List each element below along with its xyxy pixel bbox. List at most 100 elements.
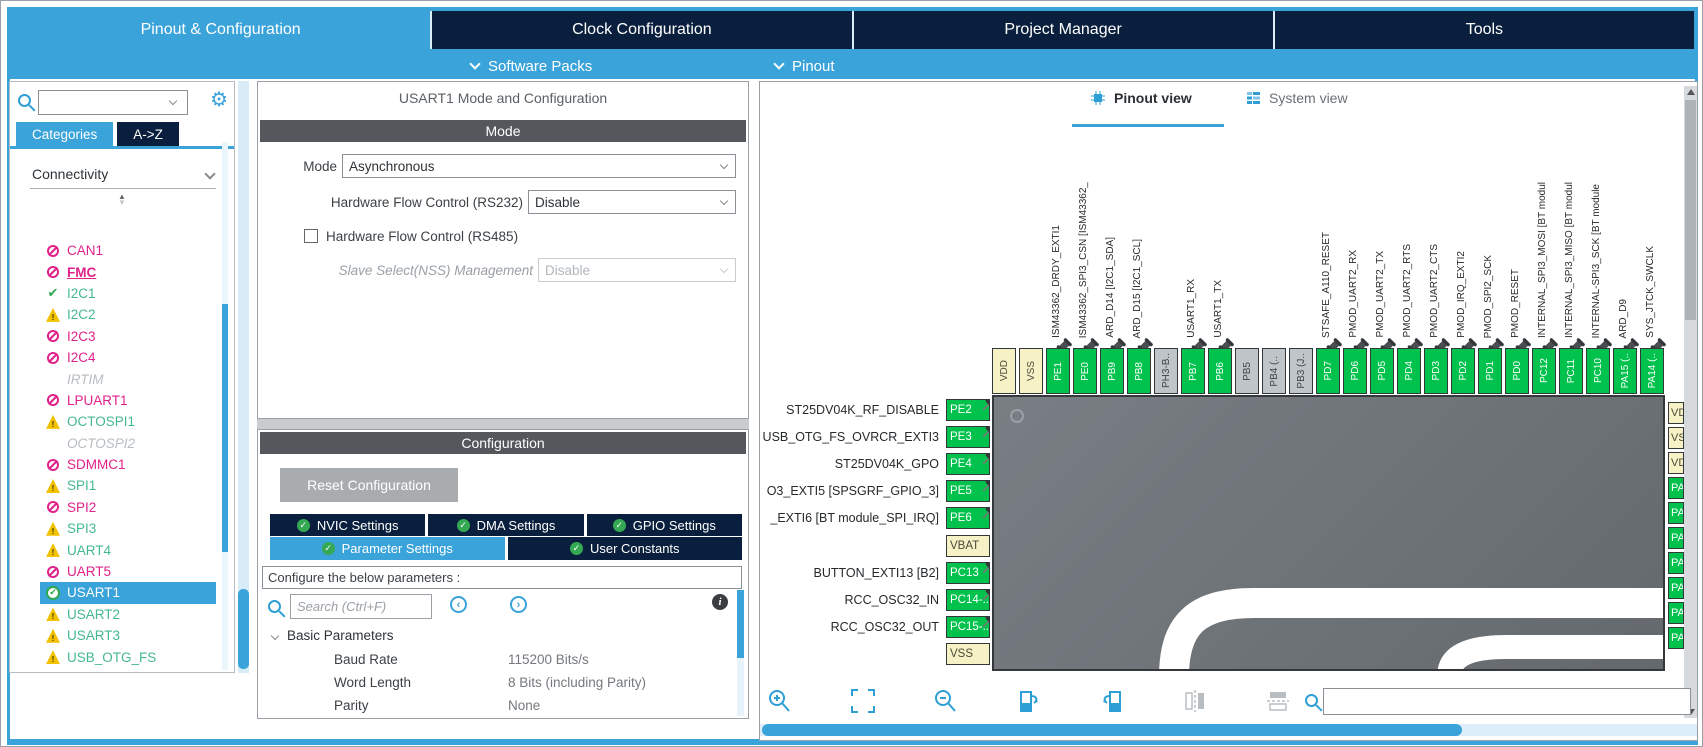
pinout-vertical-scrollbar[interactable] <box>1684 86 1697 718</box>
pinout-horizontal-scrollbar-thumb[interactable] <box>762 724 1462 736</box>
sidebar-item-octospi2[interactable]: OCTOSPI2 <box>40 433 216 454</box>
category-connectivity[interactable]: Connectivity <box>32 162 214 186</box>
zoom-in-button[interactable] <box>767 688 793 714</box>
pin-pe6[interactable]: _EXTI6 [BT module_SPI_IRQ]PE6 <box>760 507 990 529</box>
parameters-scrollbar-thumb[interactable] <box>737 590 744 658</box>
reset-configuration-button[interactable]: Reset Configuration <box>280 468 458 502</box>
pin-pa-5[interactable]: PA <box>1668 527 1684 549</box>
tab-system-view[interactable]: System view <box>1246 90 1348 106</box>
pin-pd3[interactable]: PMOD_UART2_CTSPD3 <box>1424 132 1449 394</box>
software-packs-menu[interactable]: Software Packs <box>471 53 592 79</box>
splitter-thumb[interactable] <box>238 589 249 669</box>
rs485-checkbox[interactable] <box>304 229 318 243</box>
pin-box[interactable]: PE0 <box>1073 348 1097 394</box>
pin-pd6[interactable]: PMOD_UART2_RXPD6 <box>1343 132 1368 394</box>
pin-pd2[interactable]: PMOD_IRQ_EXTI2PD2 <box>1451 132 1476 394</box>
pin-pb8[interactable]: ARD_D15 [I2C1_SCL]PB8 <box>1127 132 1152 394</box>
pin-pe2[interactable]: ST25DV04K_RF_DISABLEPE2 <box>760 399 990 421</box>
pin-box[interactable]: PC15-.. <box>946 616 990 638</box>
tab-clock-configuration[interactable]: Clock Configuration <box>430 11 851 49</box>
pin-box[interactable]: VSS <box>1019 348 1043 394</box>
pin-pa-4[interactable]: PA <box>1668 502 1684 524</box>
info-icon[interactable]: i <box>712 594 728 610</box>
pin-box[interactable]: PC14-.. <box>946 589 990 611</box>
sidebar-item-spi2[interactable]: SPI2 <box>40 497 216 518</box>
sidebar-scrollbar-thumb[interactable] <box>222 304 228 552</box>
pin-pc13[interactable]: BUTTON_EXTI13 [B2]PC13 <box>760 562 990 584</box>
tab-user-constants[interactable]: ✓User Constants <box>508 537 743 560</box>
sidebar-item-i2c3[interactable]: I2C3 <box>40 326 216 347</box>
mcu-package-body[interactable] <box>992 395 1665 671</box>
tab-gpio-settings[interactable]: ✓GPIO Settings <box>587 514 742 536</box>
pin-box[interactable]: PC13 <box>946 562 990 584</box>
panel-splitter[interactable] <box>238 81 249 673</box>
pin-box[interactable]: PE4 <box>946 453 990 475</box>
scroll-up-icon[interactable] <box>1687 89 1695 95</box>
gear-icon[interactable]: ⚙ <box>210 87 228 112</box>
sidebar-item-spi3[interactable]: !SPI3 <box>40 518 216 539</box>
pin-vss[interactable]: VSS <box>1019 132 1044 394</box>
sidebar-item-fmc[interactable]: FMC <box>40 261 216 282</box>
rotate-counterclockwise-button[interactable] <box>1099 688 1125 714</box>
pin-pb5[interactable]: PB5 <box>1235 132 1260 394</box>
tab-tools[interactable]: Tools <box>1273 11 1694 49</box>
pin-vs-1[interactable]: VS <box>1668 427 1684 449</box>
pin-pa15[interactable]: ARD_D9PA15 (.. <box>1613 132 1638 394</box>
sidebar-item-lpuart1[interactable]: LPUART1 <box>40 390 216 411</box>
pin-pd4[interactable]: PMOD_UART2_RTSPD4 <box>1397 132 1422 394</box>
pin-box[interactable]: PB9 <box>1100 348 1124 394</box>
parameter-search-input[interactable] <box>290 594 432 619</box>
pin-box[interactable]: PB6 <box>1208 348 1232 394</box>
sidebar-search-input[interactable] <box>38 90 188 115</box>
pin-box[interactable]: PB8 <box>1127 348 1151 394</box>
pin-vss[interactable]: VSS <box>760 643 990 665</box>
pin-pa-7[interactable]: PA <box>1668 577 1684 599</box>
sidebar-item-usb-otg-fs[interactable]: !USB_OTG_FS <box>40 646 216 667</box>
zoom-out-button[interactable] <box>933 688 959 714</box>
pin-pa-3[interactable]: PA <box>1668 477 1684 499</box>
mode-select[interactable]: Asynchronous <box>342 154 736 178</box>
pin-vd-0[interactable]: VD <box>1668 402 1684 424</box>
pin-pe0[interactable]: ISM43362_SPI3_CSN [ISM43362_PE0 <box>1073 132 1098 394</box>
pin-pe3[interactable]: USB_OTG_FS_OVRCR_EXTI3PE3 <box>760 426 990 448</box>
pin-box[interactable]: PD5 <box>1370 348 1394 394</box>
param-row-word-length[interactable]: Word Length 8 Bits (including Parity) <box>258 675 728 695</box>
sidebar-item-octospi1[interactable]: !OCTOSPI1 <box>40 411 216 432</box>
sidebar-item-usart3[interactable]: !USART3 <box>40 625 216 646</box>
pin-pc10[interactable]: INTERNAL-SPI3_SCK [BT modulePC10 <box>1586 132 1611 394</box>
scroll-spinner[interactable]: ▲▼ <box>116 194 128 206</box>
pin-box[interactable]: PC11 <box>1559 348 1583 394</box>
tab-dma-settings[interactable]: ✓DMA Settings <box>428 514 583 536</box>
sidebar-item-i2c4[interactable]: I2C4 <box>40 347 216 368</box>
tab-a-to-z[interactable]: A->Z <box>117 122 179 146</box>
sidebar-item-uart5[interactable]: UART5 <box>40 561 216 582</box>
pin-box[interactable]: PE5 <box>946 480 990 502</box>
pin-box[interactable]: PD3 <box>1424 348 1448 394</box>
pin-box[interactable]: PD0 <box>1505 348 1529 394</box>
sidebar-item-can1[interactable]: CAN1 <box>40 240 216 261</box>
pin-pd7[interactable]: STSAFE_A110_RESETPD7 <box>1316 132 1341 394</box>
sidebar-item-usart1[interactable]: ✔USART1 <box>40 582 216 603</box>
sidebar-item-i2c2[interactable]: !I2C2 <box>40 304 216 325</box>
pin-pe1[interactable]: ISM43362_DRDY_EXTI1PE1 <box>1046 132 1071 394</box>
pin-vd-2[interactable]: VD <box>1668 452 1684 474</box>
best-fit-button[interactable] <box>850 688 876 714</box>
pin-box[interactable]: PD6 <box>1343 348 1367 394</box>
pin-box[interactable]: PD4 <box>1397 348 1421 394</box>
basic-parameters-group[interactable]: Basic Parameters <box>272 628 394 643</box>
pin-box[interactable]: PB7 <box>1181 348 1205 394</box>
pin-vbat[interactable]: VBAT <box>760 535 990 557</box>
pin-box[interactable]: VDD <box>992 348 1016 394</box>
scrollbar-thumb[interactable] <box>1685 100 1696 320</box>
pin-box[interactable]: PD7 <box>1316 348 1340 394</box>
pin-pd1[interactable]: PMOD_SPI2_SCKPD1 <box>1478 132 1503 394</box>
pin-box[interactable]: PC12 <box>1532 348 1556 394</box>
next-match-button[interactable]: › <box>510 596 527 613</box>
tab-pinout-view[interactable]: Pinout view <box>1090 90 1192 106</box>
pin-pe5[interactable]: O3_EXTI5 [SPSGRF_GPIO_3]PE5 <box>760 480 990 502</box>
param-row-parity[interactable]: Parity None <box>258 698 728 718</box>
pin-vdd[interactable]: VDD <box>992 132 1017 394</box>
param-row-baud-rate[interactable]: Baud Rate 115200 Bits/s <box>258 652 728 672</box>
pin-box[interactable]: PD1 <box>1478 348 1502 394</box>
pin-ph3-b[interactable]: PH3-B.. <box>1154 132 1179 394</box>
